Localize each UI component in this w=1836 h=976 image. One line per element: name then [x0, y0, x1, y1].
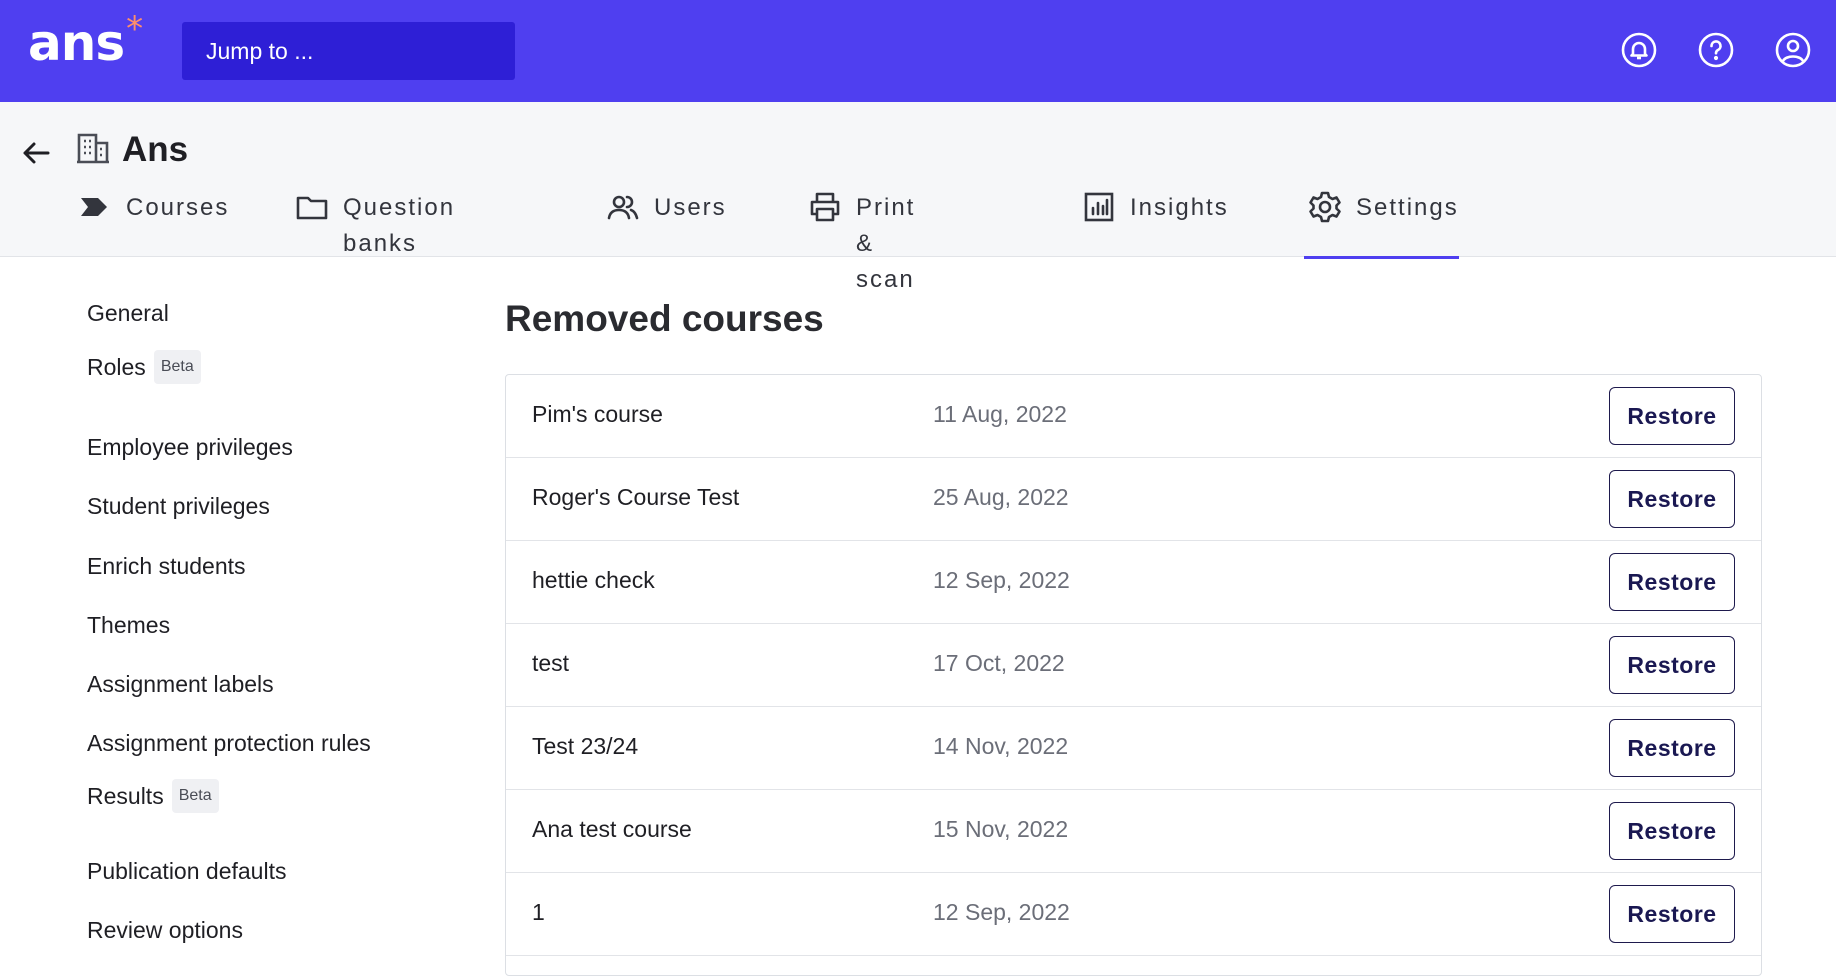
sidebar-item-assignment-protection-rules[interactable]: Assignment protection rules [87, 730, 371, 757]
account-icon[interactable] [1774, 31, 1812, 69]
course-name: Roger's Course Test [532, 484, 740, 510]
restore-button[interactable]: Restore [1609, 636, 1735, 694]
removed-date: 14 Nov, 2022 [933, 733, 1069, 759]
notifications-icon[interactable] [1620, 31, 1658, 69]
org-name: Ans [122, 130, 189, 169]
org-title: Ans [76, 130, 188, 170]
top-bar: ans* Jump to ... [0, 0, 1836, 102]
removed-date: 17 Oct, 2022 [933, 650, 1065, 676]
restore-button[interactable]: Restore [1609, 719, 1735, 777]
ans-logo[interactable]: ans* [28, 9, 143, 72]
sidebar-item-general[interactable]: General [87, 300, 169, 327]
tab-print-scan-label: Print & scan [856, 194, 916, 293]
removed-date: 12 Sep, 2022 [933, 899, 1070, 925]
sidebar-item-assignment-labels[interactable]: Assignment labels [87, 671, 274, 698]
tag-icon [78, 190, 112, 224]
course-name: Ana test course [532, 816, 692, 842]
users-icon [606, 190, 640, 224]
table-row: hettie check 12 Sep, 2022 Restore [506, 541, 1761, 624]
logo-star: * [126, 9, 143, 49]
tab-insights-label: Insights [1130, 194, 1229, 221]
tab-settings[interactable]: Settings [1304, 190, 1459, 259]
help-icon[interactable] [1697, 31, 1735, 69]
removed-date: 25 Aug, 2022 [933, 484, 1069, 510]
sidebar-item-review-options[interactable]: Review options [87, 917, 243, 944]
jump-to-placeholder: Jump to ... [206, 38, 314, 64]
tab-courses[interactable]: Courses [78, 190, 229, 256]
sidebar-item-publication-defaults[interactable]: Publication defaults [87, 858, 286, 885]
folder-icon [295, 190, 329, 224]
removed-date: 12 Sep, 2022 [933, 567, 1070, 593]
table-row: Pim's course 11 Aug, 2022 Restore [506, 375, 1761, 458]
tab-print-scan[interactable]: Print & scan [808, 190, 915, 293]
sidebar-item-employee-privileges[interactable]: Employee privileges [87, 434, 293, 461]
jump-to-search[interactable]: Jump to ... [182, 22, 515, 80]
sidebar-item-label: Student privileges [87, 493, 270, 519]
tab-settings-label: Settings [1356, 194, 1459, 221]
course-name: test [532, 650, 570, 676]
sidebar-item-themes[interactable]: Themes [87, 612, 170, 639]
course-name: Pim's course [532, 401, 663, 427]
restore-button[interactable]: Restore [1609, 802, 1735, 860]
table-row: Roger's Course Test 25 Aug, 2022 Restore [506, 458, 1761, 541]
chart-icon [1082, 190, 1116, 224]
table-row: Ana test course 15 Nov, 2022 Restore [506, 790, 1761, 873]
restore-button[interactable]: Restore [1609, 387, 1735, 445]
sidebar-item-results[interactable]: Results Beta [87, 779, 219, 813]
sidebar-item-roles[interactable]: Roles Beta [87, 350, 201, 384]
gear-icon [1308, 190, 1342, 224]
sidebar-item-label: Employee privileges [87, 434, 293, 460]
removed-date: 15 Nov, 2022 [933, 816, 1069, 842]
sidebar-item-enrich-students[interactable]: Enrich students [87, 553, 246, 580]
restore-button[interactable]: Restore [1609, 470, 1735, 528]
sidebar-item-label: Results [87, 782, 164, 809]
org-header: Ans Courses Question banks Users Print &… [0, 102, 1836, 293]
tab-users[interactable]: Users [606, 190, 727, 256]
back-arrow-icon[interactable] [20, 137, 52, 174]
sidebar-item-label: Assignment protection rules [87, 730, 371, 756]
printer-icon [808, 190, 842, 224]
course-name: hettie check [532, 567, 655, 593]
restore-button[interactable]: Restore [1609, 553, 1735, 611]
sidebar-item-label: Roles [87, 353, 146, 380]
tab-users-label: Users [654, 194, 727, 221]
beta-badge: Beta [171, 779, 219, 813]
removed-date: 11 Aug, 2022 [933, 401, 1067, 427]
sidebar-item-label: Publication defaults [87, 858, 287, 884]
sidebar-item-student-privileges[interactable]: Student privileges [87, 493, 270, 520]
course-name: Test 23/24 [532, 733, 639, 759]
building-icon [76, 131, 110, 170]
page-title: Removed courses [505, 298, 824, 339]
tab-question-banks[interactable]: Question banks [295, 190, 455, 257]
sidebar-item-label: Assignment labels [87, 671, 274, 697]
sidebar-item-label: Enrich students [87, 553, 246, 579]
restore-button[interactable]: Restore [1609, 885, 1735, 943]
beta-badge: Beta [153, 350, 201, 384]
course-name: 1 [532, 899, 545, 925]
sidebar-item-label: Themes [87, 612, 171, 638]
tab-question-banks-label: Question banks [343, 194, 456, 257]
table-row: 1 12 Sep, 2022 Restore [506, 873, 1761, 956]
logo-text: ans [28, 14, 125, 72]
tab-insights[interactable]: Insights [1082, 190, 1229, 256]
removed-courses-table: Pim's course 11 Aug, 2022 Restore Roger'… [505, 374, 1762, 976]
tab-courses-label: Courses [126, 194, 230, 221]
sidebar-item-label: Review options [87, 917, 243, 943]
table-row: Test 23/24 14 Nov, 2022 Restore [506, 707, 1761, 790]
sidebar-item-label: General [87, 300, 169, 326]
table-row: test 17 Oct, 2022 Restore [506, 624, 1761, 707]
